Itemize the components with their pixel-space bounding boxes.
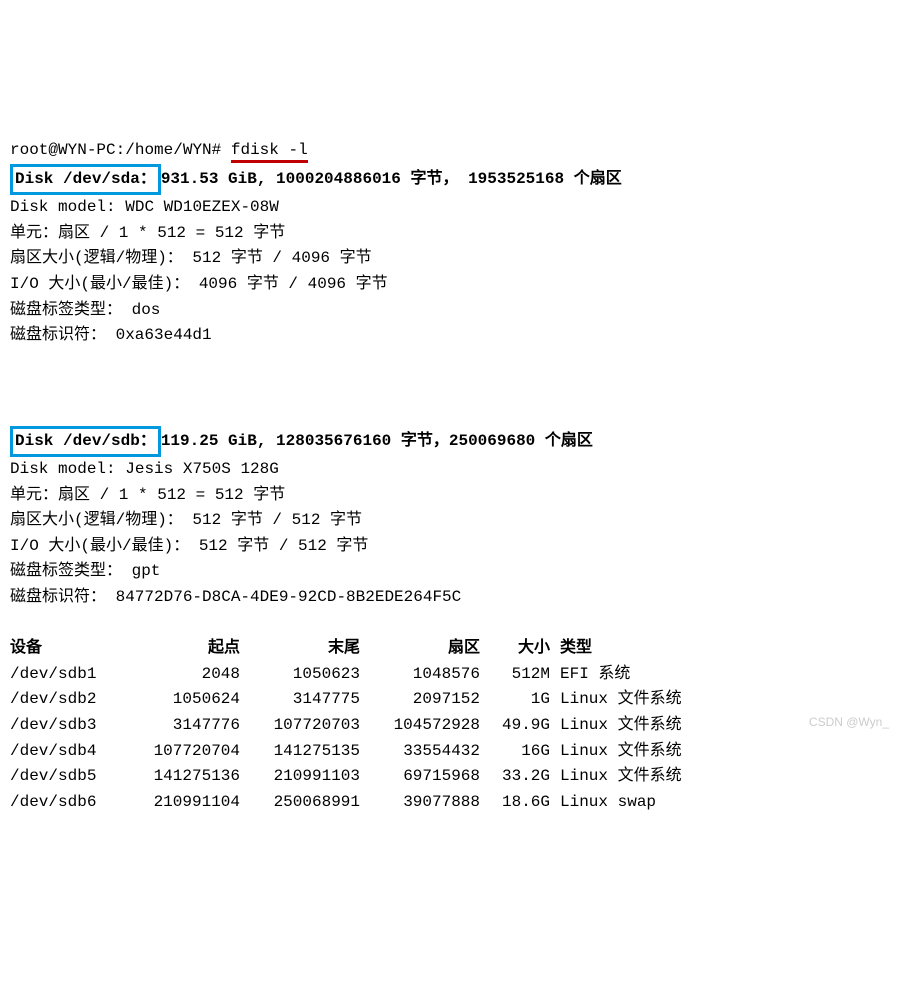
table-row: /dev/sdb41077207041412751353355443216GLi… — [10, 739, 899, 765]
cell-size: 49.9G — [480, 713, 550, 739]
cell-sectors: 33554432 — [360, 739, 480, 765]
cell-type: Linux 文件系统 — [550, 739, 682, 765]
cell-end: 3147775 — [240, 687, 360, 713]
cell-type: EFI 系统 — [550, 662, 630, 688]
disk-sda-size: 931.53 GiB, 1000204886016 字节， 1953525168… — [161, 170, 622, 188]
cell-device: /dev/sdb2 — [10, 687, 120, 713]
cell-start: 3147776 — [120, 713, 240, 739]
cell-start: 210991104 — [120, 790, 240, 816]
path: /home/WYN — [125, 141, 211, 159]
cell-device: /dev/sdb5 — [10, 764, 120, 790]
disk-sdb-identifier: 磁盘标识符： 84772D76-D8CA-4DE9-92CD-8B2EDE264… — [10, 588, 461, 606]
cell-sectors: 2097152 — [360, 687, 480, 713]
cell-type: Linux 文件系统 — [550, 764, 682, 790]
disk-sdb-io-size: I/O 大小(最小/最佳)： 512 字节 / 512 字节 — [10, 537, 368, 555]
disk-sdb-label: Disk /dev/sdb： — [10, 426, 161, 458]
disk-sda-label: Disk /dev/sda： — [10, 164, 161, 196]
cell-end: 141275135 — [240, 739, 360, 765]
cell-end: 107720703 — [240, 713, 360, 739]
cell-end: 1050623 — [240, 662, 360, 688]
watermark: CSDN @Wyn_ — [809, 713, 889, 732]
disk-sda-sector-size: 扇区大小(逻辑/物理)： 512 字节 / 4096 字节 — [10, 249, 372, 267]
cell-sectors: 39077888 — [360, 790, 480, 816]
cell-size: 1G — [480, 687, 550, 713]
table-row: /dev/sdb62109911042500689913907788818.6G… — [10, 790, 899, 816]
cell-size: 33.2G — [480, 764, 550, 790]
table-row: /dev/sdb51412751362109911036971596833.2G… — [10, 764, 899, 790]
disk-sdb-sector-size: 扇区大小(逻辑/物理)： 512 字节 / 512 字节 — [10, 511, 362, 529]
disk-sda-identifier: 磁盘标识符： 0xa63e44d1 — [10, 326, 212, 344]
command: fdisk -l — [231, 141, 308, 163]
disk-sdb-model: Disk model: Jesis X750S 128G — [10, 460, 279, 478]
disk-sda-unit: 单元：扇区 / 1 * 512 = 512 字节 — [10, 224, 285, 242]
header-device: 设备 — [10, 636, 120, 662]
terminal-output: root@WYN-PC:/home/WYN# fdisk -l Disk /de… — [10, 112, 899, 815]
header-size: 大小 — [480, 636, 550, 662]
cell-sectors: 69715968 — [360, 764, 480, 790]
cell-start: 2048 — [120, 662, 240, 688]
cell-size: 512M — [480, 662, 550, 688]
header-end: 末尾 — [240, 636, 360, 662]
header-sectors: 扇区 — [360, 636, 480, 662]
prompt-line: root@WYN-PC:/home/WYN# fdisk -l — [10, 141, 308, 163]
prompt-char: # — [212, 141, 222, 159]
cell-end: 210991103 — [240, 764, 360, 790]
cell-type: Linux 文件系统 — [550, 687, 682, 713]
disk-sdb-header: Disk /dev/sdb：119.25 GiB, 128035676160 字… — [10, 432, 593, 450]
table-row: /dev/sdb21050624314777520971521GLinux 文件… — [10, 687, 899, 713]
disk-sdb-label-type: 磁盘标签类型： gpt — [10, 562, 160, 580]
cell-end: 250068991 — [240, 790, 360, 816]
table-row: /dev/sdb1204810506231048576512MEFI 系统 — [10, 662, 899, 688]
table-row: /dev/sdb3314777610772070310457292849.9GL… — [10, 713, 899, 739]
cell-type: Linux swap — [550, 790, 656, 816]
cell-size: 18.6G — [480, 790, 550, 816]
cell-device: /dev/sdb6 — [10, 790, 120, 816]
user-host: root@WYN-PC — [10, 141, 116, 159]
cell-size: 16G — [480, 739, 550, 765]
cell-start: 1050624 — [120, 687, 240, 713]
cell-device: /dev/sdb3 — [10, 713, 120, 739]
disk-sda-model: Disk model: WDC WD10EZEX-08W — [10, 198, 279, 216]
disk-sda-header: Disk /dev/sda：931.53 GiB, 1000204886016 … — [10, 170, 622, 188]
cell-type: Linux 文件系统 — [550, 713, 682, 739]
disk-sda-io-size: I/O 大小(最小/最佳)： 4096 字节 / 4096 字节 — [10, 275, 388, 293]
cell-start: 141275136 — [120, 764, 240, 790]
header-type: 类型 — [550, 636, 592, 662]
partition-table-body: /dev/sdb1204810506231048576512MEFI 系统/de… — [10, 662, 899, 816]
cell-device: /dev/sdb1 — [10, 662, 120, 688]
partition-table-header: 设备起点末尾扇区大小类型 — [10, 636, 899, 662]
disk-sdb-size: 119.25 GiB, 128035676160 字节，250069680 个扇… — [161, 432, 593, 450]
cell-sectors: 1048576 — [360, 662, 480, 688]
disk-sda-label-type: 磁盘标签类型： dos — [10, 301, 160, 319]
cell-start: 107720704 — [120, 739, 240, 765]
cell-sectors: 104572928 — [360, 713, 480, 739]
header-start: 起点 — [120, 636, 240, 662]
cell-device: /dev/sdb4 — [10, 739, 120, 765]
disk-sdb-unit: 单元：扇区 / 1 * 512 = 512 字节 — [10, 486, 285, 504]
